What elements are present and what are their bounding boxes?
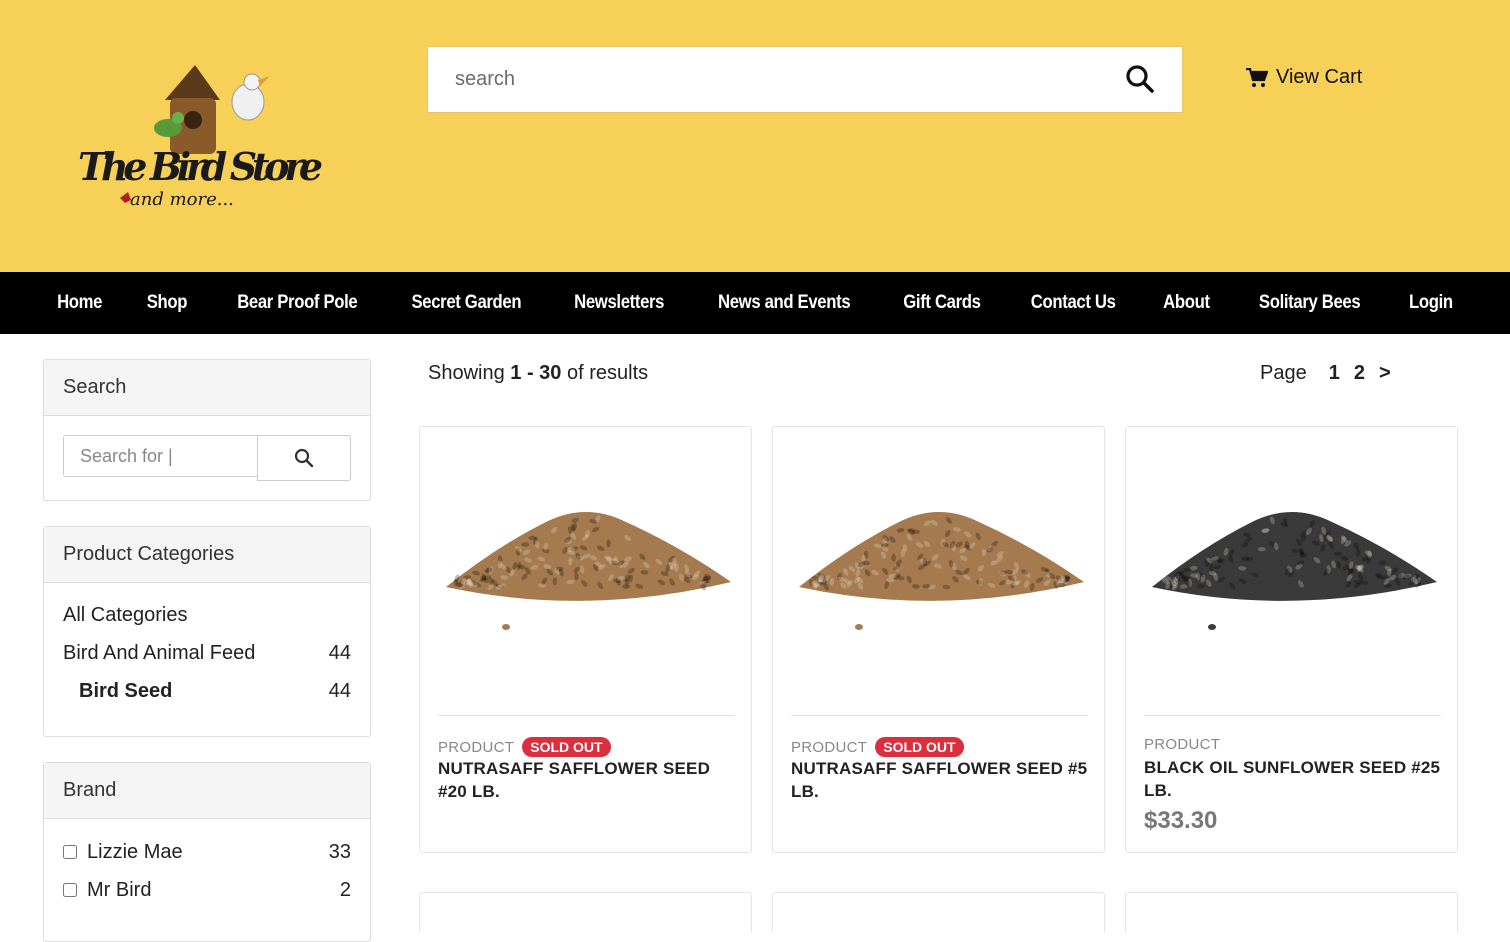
product-type: PRODUCT — [438, 738, 515, 756]
product-price: $33.30 — [1144, 807, 1218, 834]
category-count: 44 — [328, 641, 351, 664]
brand-title: Brand — [44, 763, 370, 819]
search-icon — [294, 448, 314, 468]
card-divider — [1144, 715, 1441, 716]
brand-item: Lizzie Mae 33 — [44, 833, 370, 871]
results-summary: Showing 1 - 30 of results — [428, 362, 648, 385]
nav-about[interactable]: About — [1163, 292, 1210, 314]
site-header: The Bird Store and more... View Cart — [0, 0, 1510, 272]
nav-shop[interactable]: Shop — [147, 292, 188, 314]
product-type: PRODUCT — [791, 738, 868, 756]
product-card[interactable]: PRODUCT SOLD OUT NUTRASAFF SAFFLOWER SEE… — [772, 426, 1105, 853]
category-label: Bird And Animal Feed — [63, 641, 256, 664]
brand-label: Mr Bird — [87, 878, 152, 901]
cart-icon — [1246, 67, 1268, 87]
brand-count: 33 — [328, 840, 351, 863]
product-image — [1152, 512, 1437, 630]
categories-title: Product Categories — [44, 527, 370, 583]
product-card[interactable] — [772, 892, 1105, 932]
svg-text:The Bird Store: The Bird Store — [78, 144, 323, 189]
sidebar-brand-panel: Brand Lizzie Mae 33 Mr Bird 2 — [43, 762, 371, 942]
product-card[interactable]: PRODUCT SOLD OUT NUTRASAFF SAFFLOWER SEE… — [419, 426, 752, 853]
nav-home[interactable]: Home — [57, 292, 102, 314]
nav-secret-garden[interactable]: Secret Garden — [412, 292, 522, 314]
category-all[interactable]: All Categories — [44, 596, 370, 634]
product-card[interactable] — [419, 892, 752, 932]
brand-count: 2 — [339, 878, 351, 901]
sidebar-search-title: Search — [44, 360, 370, 416]
svg-text:and more...: and more... — [130, 189, 234, 210]
sidebar-search-panel: Search — [43, 359, 371, 501]
next-page-link[interactable]: > — [1379, 362, 1391, 385]
page-label: Page — [1260, 362, 1307, 384]
nav-contact-us[interactable]: Contact Us — [1031, 292, 1116, 314]
product-title[interactable]: NUTRASAFF SAFFLOWER SEED #20 LB. — [438, 757, 738, 803]
nav-bear-proof-pole[interactable]: Bear Proof Pole — [237, 292, 358, 314]
product-card[interactable] — [1125, 892, 1458, 932]
nav-login[interactable]: Login — [1409, 292, 1453, 314]
category-label: Bird Seed — [79, 679, 173, 702]
brand-checkbox-lizzie-mae[interactable] — [63, 845, 77, 859]
header-search — [427, 46, 1183, 113]
brand-item: Mr Bird 2 — [44, 871, 370, 909]
pagination: Page 1 2 > — [1260, 362, 1391, 385]
main-nav: Home Shop Bear Proof Pole Secret Garden … — [0, 272, 1510, 334]
sidebar-search-button[interactable] — [257, 435, 351, 481]
sold-out-badge: SOLD OUT — [875, 737, 964, 757]
product-image — [799, 512, 1084, 630]
category-bird-and-animal-feed[interactable]: Bird And Animal Feed 44 — [44, 634, 370, 672]
category-bird-seed[interactable]: Bird Seed 44 — [44, 672, 370, 710]
showing-suffix: of results — [567, 362, 649, 384]
product-type: PRODUCT — [1144, 736, 1221, 753]
showing-range: 1 - 30 — [510, 362, 562, 384]
showing-prefix: Showing — [428, 362, 505, 384]
nav-solitary-bees[interactable]: Solitary Bees — [1259, 292, 1361, 314]
brand-checkbox-mr-bird[interactable] — [63, 883, 77, 897]
header-search-input[interactable] — [428, 47, 1108, 112]
category-label: All Categories — [63, 603, 188, 626]
product-title[interactable]: NUTRASAFF SAFFLOWER SEED #5 LB. — [791, 757, 1091, 803]
product-card[interactable]: PRODUCT BLACK OIL SUNFLOWER SEED #25 LB.… — [1125, 426, 1458, 853]
sidebar-categories-panel: Product Categories All Categories Bird A… — [43, 526, 371, 737]
sold-out-badge: SOLD OUT — [522, 737, 611, 757]
category-count: 44 — [328, 679, 351, 702]
sidebar-search-input[interactable] — [63, 435, 257, 477]
nav-gift-cards[interactable]: Gift Cards — [904, 292, 982, 314]
product-title[interactable]: BLACK OIL SUNFLOWER SEED #25 LB. — [1144, 756, 1444, 802]
search-icon[interactable] — [1124, 63, 1156, 95]
nav-newsletters[interactable]: Newsletters — [574, 292, 664, 314]
page-1-link[interactable]: 1 — [1329, 362, 1340, 385]
product-image — [446, 512, 731, 630]
card-divider — [438, 715, 735, 716]
view-cart-link[interactable]: View Cart — [1246, 66, 1362, 89]
view-cart-label: View Cart — [1276, 66, 1363, 88]
card-divider — [791, 715, 1088, 716]
nav-news-and-events[interactable]: News and Events — [718, 292, 851, 314]
store-logo[interactable]: The Bird Store and more... — [70, 60, 330, 220]
page-2-link[interactable]: 2 — [1354, 362, 1365, 385]
brand-label: Lizzie Mae — [87, 840, 183, 863]
